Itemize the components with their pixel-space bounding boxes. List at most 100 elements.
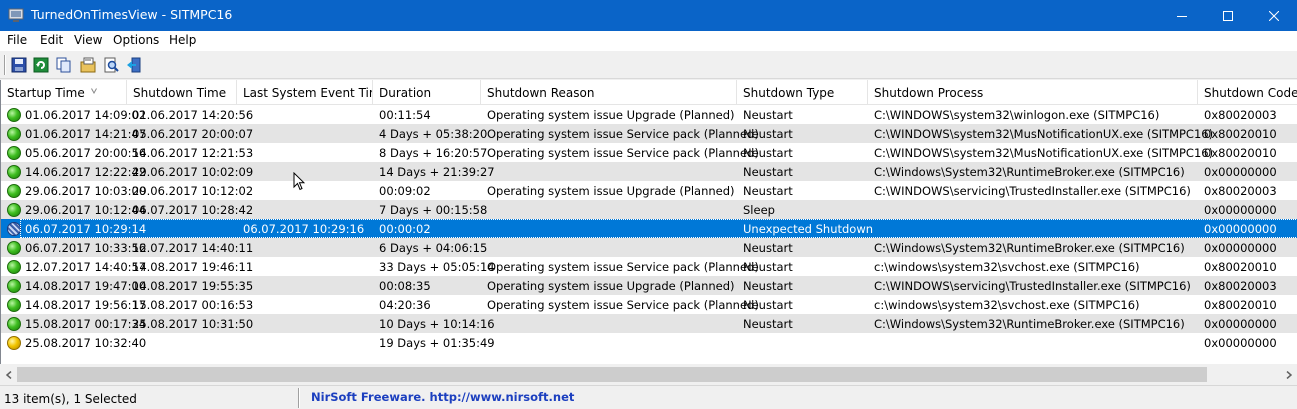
cell-startup: 29.06.2017 10:12:44 — [25, 203, 147, 217]
table-row[interactable]: 01.06.2017 14:09:02 01.06.2017 14:20:56 00… — [1, 105, 1297, 124]
table-row[interactable]: 05.06.2017 20:00:56 14.06.2017 12:21:53 8 … — [1, 143, 1297, 162]
cell-process: C:\WINDOWS\servicing\TrustedInstaller.ex… — [874, 184, 1191, 198]
cell-code: 0x80020010 — [1204, 260, 1277, 274]
green-status-icon — [7, 279, 21, 293]
green-status-icon — [7, 260, 21, 274]
column-label: Shutdown Time — [133, 86, 227, 100]
green-status-icon — [7, 108, 21, 122]
cell-type: Neustart — [743, 260, 793, 274]
cell-duration: 00:08:35 — [379, 279, 431, 293]
turned-on-times-list[interactable]: Startup Time Shutdown Time Last System E… — [0, 80, 1297, 364]
cell-type: Sleep — [743, 203, 775, 217]
cell-startup: 06.07.2017 10:29:14 — [25, 222, 147, 236]
table-row[interactable]: 25.08.2017 10:32:40 19 Days + 01:35:49 0x0… — [1, 333, 1297, 352]
scrollbar-thumb[interactable] — [17, 367, 1207, 382]
column-label: Shutdown Process — [874, 86, 984, 100]
cell-shutdown: 01.06.2017 14:20:56 — [132, 108, 254, 122]
cell-reason: Operating system issue Service pack (Pla… — [487, 260, 759, 274]
save-icon[interactable] — [10, 56, 28, 74]
cell-startup: 01.06.2017 14:21:47 — [25, 127, 147, 141]
close-button[interactable] — [1251, 0, 1297, 31]
cell-duration: 33 Days + 05:05:14 — [379, 260, 495, 274]
column-label: Shutdown Type — [743, 86, 835, 100]
table-row[interactable]: 14.08.2017 19:56:17 15.08.2017 00:16:53 04… — [1, 295, 1297, 314]
table-row[interactable]: 01.06.2017 14:21:47 05.06.2017 20:00:07 4 … — [1, 124, 1297, 143]
cell-code: 0x80020003 — [1204, 184, 1277, 198]
cell-startup: 12.07.2017 14:40:57 — [25, 260, 147, 274]
maximize-icon — [1223, 10, 1233, 21]
cell-shutdown: 14.08.2017 19:46:11 — [132, 260, 254, 274]
table-row[interactable]: 06.07.2017 10:33:56 12.07.2017 14:40:11 6 … — [1, 238, 1297, 257]
cell-process: C:\WINDOWS\system32\MusNotificationUX.ex… — [874, 146, 1214, 160]
cell-code: 0x00000000 — [1204, 203, 1277, 217]
scroll-left-button[interactable] — [0, 366, 17, 383]
title-bar[interactable]: TurnedOnTimesView - SITMPC16 — [0, 0, 1297, 31]
cell-duration: 00:11:54 — [379, 108, 431, 122]
find-icon[interactable] — [102, 56, 120, 74]
refresh-icon[interactable] — [32, 56, 50, 74]
toolbar — [0, 51, 1297, 79]
scroll-right-button[interactable] — [1280, 366, 1297, 383]
cell-type: Neustart — [743, 241, 793, 255]
cell-startup: 01.06.2017 14:09:02 — [25, 108, 147, 122]
column-header-shutdown-code[interactable]: Shutdown Code — [1198, 80, 1297, 105]
exit-icon[interactable] — [125, 56, 143, 74]
cell-process: C:\Windows\System32\RuntimeBroker.exe (S… — [874, 317, 1185, 331]
minimize-button[interactable] — [1159, 0, 1205, 31]
cell-shutdown: 14.06.2017 12:21:53 — [132, 146, 254, 160]
table-row[interactable]: 15.08.2017 00:17:34 25.08.2017 10:31:50 10… — [1, 314, 1297, 333]
cell-duration: 14 Days + 21:39:27 — [379, 165, 495, 179]
column-header-shutdown-type[interactable]: Shutdown Type — [737, 80, 868, 105]
column-label: Startup Time — [7, 86, 85, 100]
horizontal-scrollbar[interactable] — [0, 366, 1297, 383]
cell-shutdown: 25.08.2017 10:31:50 — [132, 317, 254, 331]
table-row[interactable]: 29.06.2017 10:03:00 29.06.2017 10:12:02 00… — [1, 181, 1297, 200]
column-label: Duration — [379, 86, 432, 100]
cell-startup: 15.08.2017 00:17:34 — [25, 317, 147, 331]
cell-code: 0x00000000 — [1204, 317, 1277, 331]
column-header-last-system-event-time[interactable]: Last System Event Time — [237, 80, 373, 105]
menu-edit[interactable]: Edit — [40, 33, 63, 47]
table-row[interactable]: 06.07.2017 10:29:14 06.07.2017 10:29:16 00… — [1, 219, 1297, 238]
cell-startup: 06.07.2017 10:33:56 — [25, 241, 147, 255]
cell-duration: 04:20:36 — [379, 298, 431, 312]
copy-icon[interactable] — [55, 56, 73, 74]
column-header-duration[interactable]: Duration — [373, 80, 481, 105]
column-label: Last System Event Time — [243, 86, 372, 100]
column-header-shutdown-time[interactable]: Shutdown Time — [127, 80, 237, 105]
cell-reason: Operating system issue Service pack (Pla… — [487, 298, 759, 312]
cell-shutdown: 29.06.2017 10:12:02 — [132, 184, 254, 198]
cell-reason: Operating system issue Upgrade (Planned) — [487, 279, 735, 293]
cell-shutdown: 12.07.2017 14:40:11 — [132, 241, 254, 255]
menu-options[interactable]: Options — [113, 33, 159, 47]
column-header-startup-time[interactable]: Startup Time — [1, 80, 127, 105]
table-row[interactable]: 12.07.2017 14:40:57 14.08.2017 19:46:11 33… — [1, 257, 1297, 276]
app-icon — [8, 8, 24, 22]
column-header-shutdown-reason[interactable]: Shutdown Reason — [481, 80, 737, 105]
table-row[interactable]: 14.06.2017 12:22:42 29.06.2017 10:02:09 14… — [1, 162, 1297, 181]
cell-code: 0x00000000 — [1204, 222, 1277, 236]
menu-view[interactable]: View — [74, 33, 102, 47]
properties-icon[interactable] — [79, 56, 97, 74]
cell-type: Neustart — [743, 146, 793, 160]
table-row[interactable]: 14.08.2017 19:47:00 14.08.2017 19:55:35 00… — [1, 276, 1297, 295]
cell-reason: Operating system issue Service pack (Pla… — [487, 146, 759, 160]
menu-help[interactable]: Help — [169, 33, 196, 47]
menu-file[interactable]: File — [7, 33, 27, 47]
maximize-button[interactable] — [1205, 0, 1251, 31]
nirsoft-link[interactable]: NirSoft Freeware. http://www.nirsoft.net — [311, 390, 574, 404]
status-divider — [298, 388, 300, 408]
green-status-icon — [7, 127, 21, 141]
minimize-icon — [1177, 15, 1187, 17]
yellow-status-icon — [7, 336, 21, 350]
cell-duration: 8 Days + 16:20:57 — [379, 146, 488, 160]
cell-process: c:\windows\system32\svchost.exe (SITMPC1… — [874, 298, 1140, 312]
menu-bar: File Edit View Options Help — [0, 31, 1297, 51]
cell-shutdown: 14.08.2017 19:55:35 — [132, 279, 254, 293]
cell-process: C:\Windows\System32\RuntimeBroker.exe (S… — [874, 165, 1185, 179]
cell-process: c:\windows\system32\svchost.exe (SITMPC1… — [874, 260, 1140, 274]
cell-code: 0x80020010 — [1204, 146, 1277, 160]
table-row[interactable]: 29.06.2017 10:12:44 06.07.2017 10:28:42 7 … — [1, 200, 1297, 219]
cell-shutdown: 29.06.2017 10:02:09 — [132, 165, 254, 179]
column-header-shutdown-process[interactable]: Shutdown Process — [868, 80, 1198, 105]
